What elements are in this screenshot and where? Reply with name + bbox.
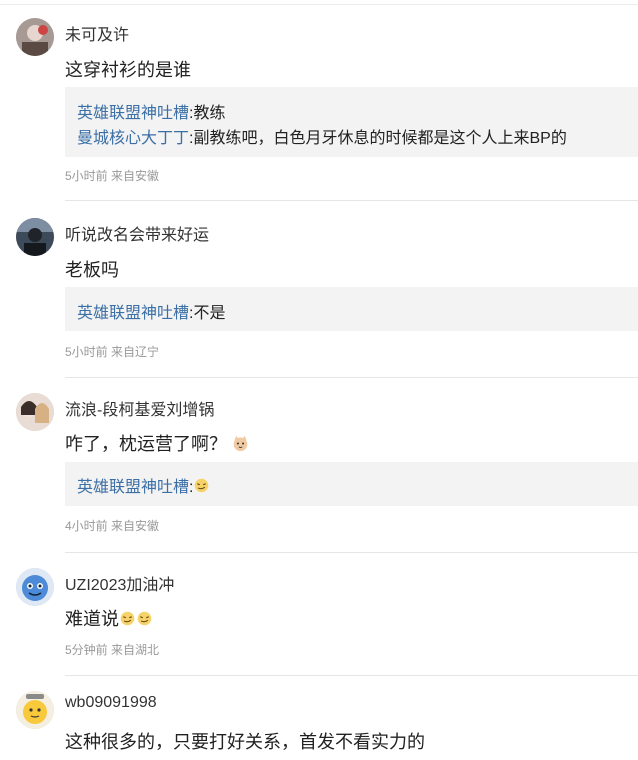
comment-meta: 5小时前 来自辽宁 <box>65 345 160 359</box>
cat-face-emoji-icon <box>232 435 249 452</box>
comment-username[interactable]: UZI2023加油冲 <box>65 571 174 595</box>
comment-username[interactable]: 听说改名会带来好运 <box>65 221 209 245</box>
comment-username[interactable]: 未可及许 <box>65 21 129 45</box>
reply-item[interactable]: 英雄联盟神吐槽:教练 <box>77 99 225 123</box>
reply-box: 英雄联盟神吐槽:教练 曼城核心大丁丁:副教练吧，白色月牙休息的时候都是这个人上来… <box>65 87 638 157</box>
comment-text: 这种很多的，只要打好关系，首发不看实力的 <box>65 732 425 752</box>
comment-text: 这穿衬衫的是谁 <box>65 60 191 80</box>
comment-username[interactable]: wb09091998 <box>65 694 157 712</box>
avatar[interactable] <box>16 218 54 256</box>
avatar[interactable] <box>16 691 54 729</box>
comment-text-row: 难道说 <box>65 605 153 631</box>
comment-meta: 4小时前 来自安徽 <box>65 519 160 533</box>
sly-face-emoji-icon <box>119 610 136 627</box>
reply-text: 副教练吧，白色月牙休息的时候都是这个人上来BP的 <box>193 130 567 147</box>
comment-text: 难道说 <box>65 609 119 629</box>
comment-meta: 5小时前 来自安徽 <box>65 169 160 183</box>
comment-meta: 5分钟前 来自湖北 <box>65 643 160 657</box>
reply-box: 英雄联盟神吐槽: <box>65 462 638 506</box>
reply-box: 英雄联盟神吐槽:不是 <box>65 287 638 331</box>
reply-item[interactable]: 英雄联盟神吐槽: <box>77 473 210 497</box>
sly-face-emoji-icon <box>193 477 210 494</box>
comment-username[interactable]: 流浪-段柯基爱刘增锅 <box>65 396 214 420</box>
reply-item[interactable]: 曼城核心大丁丁:副教练吧，白色月牙休息的时候都是这个人上来BP的 <box>77 124 567 148</box>
comment-text: 咋了，枕运营了啊？ <box>65 434 227 454</box>
reply-item[interactable]: 英雄联盟神吐槽:不是 <box>77 299 225 323</box>
comment-text: 老板吗 <box>65 260 119 280</box>
reply-username[interactable]: 英雄联盟神吐槽 <box>77 305 189 322</box>
reply-username[interactable]: 英雄联盟神吐槽 <box>77 105 189 122</box>
reply-text: 教练 <box>193 105 226 122</box>
comment-divider <box>65 552 638 553</box>
avatar[interactable] <box>16 393 54 431</box>
avatar[interactable] <box>16 18 54 56</box>
comment-text-row: 咋了，枕运营了啊？ <box>65 430 249 456</box>
comment-divider <box>65 377 638 378</box>
sly-face-emoji-icon <box>136 610 153 627</box>
reply-username[interactable]: 英雄联盟神吐槽 <box>77 479 189 496</box>
comment-divider <box>65 675 638 676</box>
reply-username[interactable]: 曼城核心大丁丁 <box>77 130 189 147</box>
comment-divider <box>65 200 638 201</box>
top-divider <box>0 4 638 5</box>
avatar[interactable] <box>16 568 54 606</box>
reply-text: 不是 <box>193 305 226 322</box>
